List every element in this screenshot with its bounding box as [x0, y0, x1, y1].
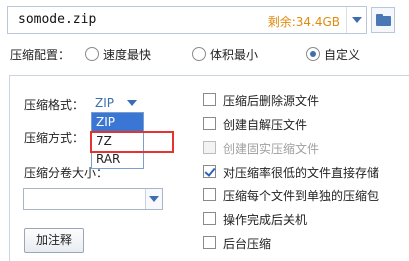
checkbox-delete-source-label[interactable]: 压缩后删除源文件 [223, 92, 319, 109]
checkbox-background[interactable] [203, 236, 216, 249]
format-option-zip[interactable]: ZIP [92, 113, 143, 131]
format-label: 压缩格式： [24, 98, 85, 112]
radio-speed-fastest-label[interactable]: 速度最快 [103, 46, 151, 63]
path-dropdown-button[interactable] [346, 7, 366, 33]
checkbox-delete-source[interactable] [203, 93, 216, 106]
radio-custom[interactable] [306, 47, 320, 61]
add-comment-button[interactable]: 加注释 [24, 228, 84, 253]
compression-config-label: 压缩配置： [10, 48, 71, 62]
split-size-combo[interactable] [23, 188, 163, 210]
radio-size-smallest-label[interactable]: 体积最小 [210, 46, 258, 63]
split-size-label: 压缩分卷大小： [24, 166, 109, 180]
folder-icon [376, 16, 391, 26]
free-space-label: 剩余:34.4GB [267, 15, 340, 29]
checkbox-solid-archive [203, 141, 216, 154]
archive-filename[interactable]: somode.zip [18, 12, 96, 27]
checkbox-separate-archives-label[interactable]: 压缩每个文件到单独的压缩包 [223, 187, 379, 204]
radio-size-smallest[interactable] [192, 47, 206, 61]
method-label: 压缩方式： [24, 131, 85, 145]
archive-path-field[interactable]: somode.zip 剩余:34.4GB [7, 6, 367, 34]
chevron-down-icon[interactable] [127, 100, 137, 106]
checkbox-solid-archive-label: 创建固实压缩文件 [223, 142, 320, 156]
checkbox-separate-archives[interactable] [203, 188, 216, 201]
checkbox-shutdown[interactable] [203, 212, 216, 225]
chevron-down-icon [149, 196, 159, 202]
browse-folder-button[interactable] [371, 7, 395, 33]
checkbox-background-label[interactable]: 后台压缩 [223, 235, 271, 252]
format-select-value[interactable]: ZIP [95, 96, 114, 110]
split-size-dropdown-button[interactable] [145, 189, 162, 209]
checkbox-self-extract-label[interactable]: 创建自解压文件 [223, 116, 307, 133]
checkbox-shutdown-label[interactable]: 操作完成后关机 [223, 211, 307, 228]
highlight-box [90, 131, 174, 153]
chevron-down-icon [352, 17, 362, 23]
checkbox-store-low-ratio-label[interactable]: 对压缩率很低的文件直接存储 [223, 164, 379, 181]
radio-custom-label[interactable]: 自定义 [324, 46, 360, 63]
checkbox-store-low-ratio[interactable] [203, 165, 216, 178]
checkbox-self-extract[interactable] [203, 117, 216, 130]
radio-speed-fastest[interactable] [85, 47, 99, 61]
